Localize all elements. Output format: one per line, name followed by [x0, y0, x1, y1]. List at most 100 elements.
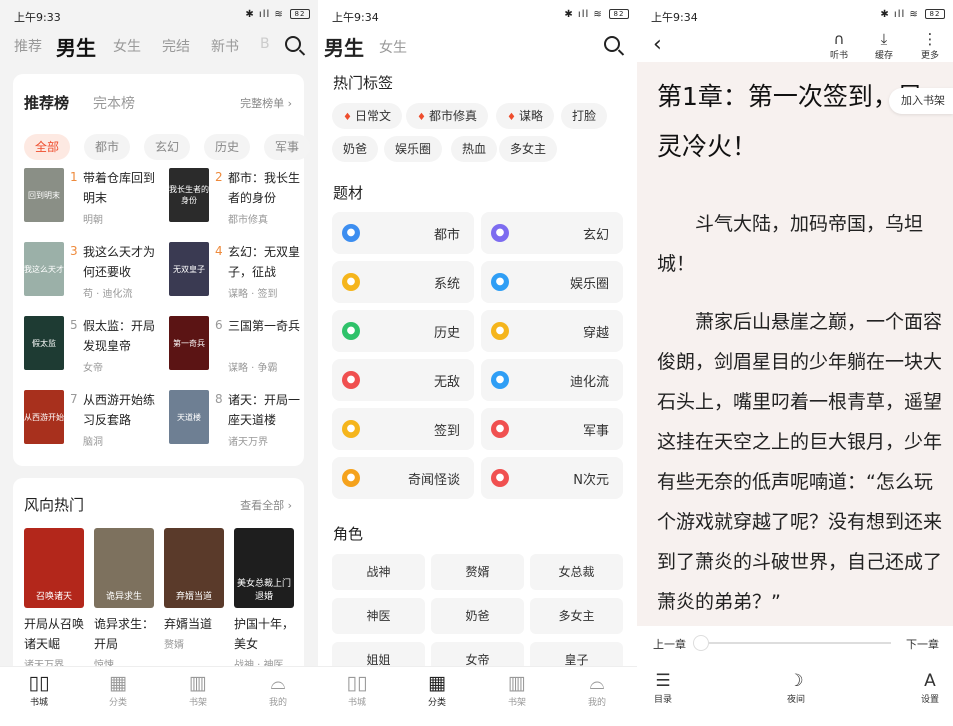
hot-tag[interactable]: 打脸	[561, 103, 608, 129]
genre-item[interactable]: ● 系统	[332, 261, 474, 303]
book-title[interactable]: 诡异求生：开局	[94, 614, 156, 654]
book-title[interactable]: 开局从召唤诸天崛	[24, 614, 86, 654]
rank-more-link[interactable]: 完整榜单 ›	[240, 95, 292, 111]
book-title[interactable]: 都市：我长生者的身份	[228, 168, 308, 208]
hot-tag[interactable]: ♦ 都市修真	[406, 103, 488, 129]
nav-shelf[interactable]: ▥ 书架	[487, 671, 547, 708]
book-cover[interactable]: 我长生者的身份	[169, 168, 209, 222]
nav-bookstore[interactable]: ▯▯ 书城	[327, 671, 387, 708]
nav-mine[interactable]: ⌓ 我的	[567, 671, 627, 708]
book-cover[interactable]: 从西游开始	[24, 390, 64, 444]
book-cover[interactable]: 假太监	[24, 316, 64, 370]
back-icon[interactable]: ‹	[653, 32, 662, 57]
tab-new[interactable]: 新书	[211, 36, 239, 56]
search-icon[interactable]	[604, 36, 620, 52]
book-cover[interactable]: 回到明末	[24, 168, 64, 222]
settings-button[interactable]: A 设置	[910, 670, 950, 705]
rank-item[interactable]: 假太监 5 假太监：开局发现皇帝 女帝	[24, 316, 164, 378]
chip-military[interactable]: 军事	[264, 134, 310, 160]
genre-item[interactable]: ● N次元	[481, 457, 623, 499]
rank-item[interactable]: 我这么天才 3 我这么天才为何还要收苟 · 迪化流	[24, 242, 164, 304]
book-cover[interactable]: 诡异求生	[94, 528, 154, 608]
genre-item[interactable]: ● 迪化流	[481, 359, 623, 401]
book-title[interactable]: 玄幻：无双皇子，征战	[228, 242, 308, 282]
tab-more[interactable]: B	[260, 36, 270, 52]
nav-category[interactable]: ▦ 分类	[407, 671, 467, 708]
book-cover[interactable]: 我这么天才	[24, 242, 64, 296]
next-chapter-button[interactable]: 下一章	[906, 636, 939, 652]
hot-tag[interactable]: ♦ 谋略	[496, 103, 554, 129]
search-icon[interactable]	[285, 36, 301, 52]
book-title[interactable]: 假太监：开局发现皇帝	[83, 316, 163, 356]
hot-book[interactable]: 美女总裁上门退婚护国十年，美女战神 · 神医	[234, 528, 296, 671]
hot-book[interactable]: 召唤诸天开局从召唤诸天崛诸天万界	[24, 528, 86, 671]
book-cover[interactable]: 召唤诸天	[24, 528, 84, 608]
add-to-shelf-button[interactable]: 加入书架	[889, 88, 953, 114]
tab-female[interactable]: 女生	[379, 37, 407, 57]
chapter-progress-slider[interactable]	[693, 635, 891, 651]
tab-male[interactable]: 男生	[56, 32, 96, 61]
genre-item[interactable]: ● 签到	[332, 408, 474, 450]
book-cover[interactable]: 天道楼	[169, 390, 209, 444]
book-cover[interactable]: 无双皇子	[169, 242, 209, 296]
rank-item[interactable]: 从西游开始 7 从西游开始练习反套路 脑洞	[24, 390, 164, 452]
genre-item[interactable]: ● 奇闻怪谈	[332, 457, 474, 499]
role-item[interactable]: 多女主	[530, 598, 623, 634]
hot-tag[interactable]: 多女主	[499, 136, 558, 162]
role-item[interactable]: 奶爸	[431, 598, 524, 634]
hot-tag[interactable]: 奶爸	[332, 136, 379, 162]
chip-fantasy[interactable]: 玄幻	[144, 134, 190, 160]
genre-item[interactable]: ● 无敌	[332, 359, 474, 401]
hot-tag[interactable]: ♦ 日常文	[332, 103, 402, 129]
book-title[interactable]: 三国第一奇兵	[228, 316, 308, 336]
more-button[interactable]: ⋮ 更多	[915, 30, 945, 61]
chip-all[interactable]: 全部	[24, 134, 70, 160]
genre-item[interactable]: ● 娱乐圈	[481, 261, 623, 303]
genre-item[interactable]: ● 历史	[332, 310, 474, 352]
nav-mine[interactable]: ⌓ 我的	[248, 671, 308, 708]
tab-finished[interactable]: 完结	[162, 36, 190, 56]
hot-tag[interactable]: 娱乐圈	[384, 136, 443, 162]
toc-button[interactable]: ☰ 目录	[643, 670, 683, 705]
nav-shelf[interactable]: ▥ 书架	[168, 671, 228, 708]
book-cover[interactable]: 第一奇兵	[169, 316, 209, 370]
listen-button[interactable]: ∩ 听书	[824, 30, 854, 61]
rank-item[interactable]: 第一奇兵 6 三国第一奇兵 谋略 · 争霸	[169, 316, 309, 378]
tab-recommend[interactable]: 推荐	[14, 36, 42, 56]
role-item[interactable]: 神医	[332, 598, 425, 634]
book-cover[interactable]: 美女总裁上门退婚	[234, 528, 294, 608]
chip-urban[interactable]: 都市	[84, 134, 130, 160]
hot-book[interactable]: 诡异求生诡异求生：开局惊悚	[94, 528, 156, 671]
book-cover[interactable]: 弃婿当道	[164, 528, 224, 608]
genre-item[interactable]: ● 军事	[481, 408, 623, 450]
rank-item[interactable]: 天道楼 8 诸天：开局一座天道楼 诸天万界	[169, 390, 309, 452]
tab-female[interactable]: 女生	[113, 36, 141, 56]
prev-chapter-button[interactable]: 上一章	[653, 636, 686, 652]
cache-button[interactable]: ⤓ 缓存	[869, 30, 899, 61]
hot-tag[interactable]: 热血	[451, 136, 498, 162]
nav-bookstore[interactable]: ▯▯ 书城	[9, 671, 69, 708]
role-item[interactable]: 战神	[332, 554, 425, 590]
genre-item[interactable]: ● 玄幻	[481, 212, 623, 254]
chip-history[interactable]: 历史	[204, 134, 250, 160]
tab-male[interactable]: 男生	[324, 32, 364, 61]
rank-title[interactable]: 推荐榜	[24, 92, 69, 113]
progress-knob[interactable]	[693, 635, 709, 651]
role-item[interactable]: 女总裁	[530, 554, 623, 590]
book-title[interactable]: 诸天：开局一座天道楼	[228, 390, 308, 430]
genre-item[interactable]: ● 都市	[332, 212, 474, 254]
book-title[interactable]: 弃婿当道	[164, 614, 226, 634]
rank-item[interactable]: 无双皇子 4 玄幻：无双皇子，征战 谋略 · 签到	[169, 242, 309, 304]
book-title[interactable]: 从西游开始练习反套路	[83, 390, 163, 430]
nav-category[interactable]: ▦ 分类	[88, 671, 148, 708]
rank-item[interactable]: 我长生者的身份 2 都市：我长生者的身份 都市修真	[169, 168, 309, 230]
rank-item[interactable]: 回到明末 1 带着仓库回到明末 明朝	[24, 168, 164, 230]
hot-book[interactable]: 弃婿当道 弃婿当道 赘婿	[164, 528, 226, 651]
book-title[interactable]: 我这么天才为何还要收	[83, 242, 163, 282]
role-item[interactable]: 赘婿	[431, 554, 524, 590]
rank-subtitle[interactable]: 完本榜	[93, 93, 135, 113]
genre-item[interactable]: ● 穿越	[481, 310, 623, 352]
night-mode-button[interactable]: ☽ 夜间	[776, 670, 816, 705]
book-title[interactable]: 带着仓库回到明末	[83, 168, 163, 208]
book-title[interactable]: 护国十年，美女	[234, 614, 296, 654]
